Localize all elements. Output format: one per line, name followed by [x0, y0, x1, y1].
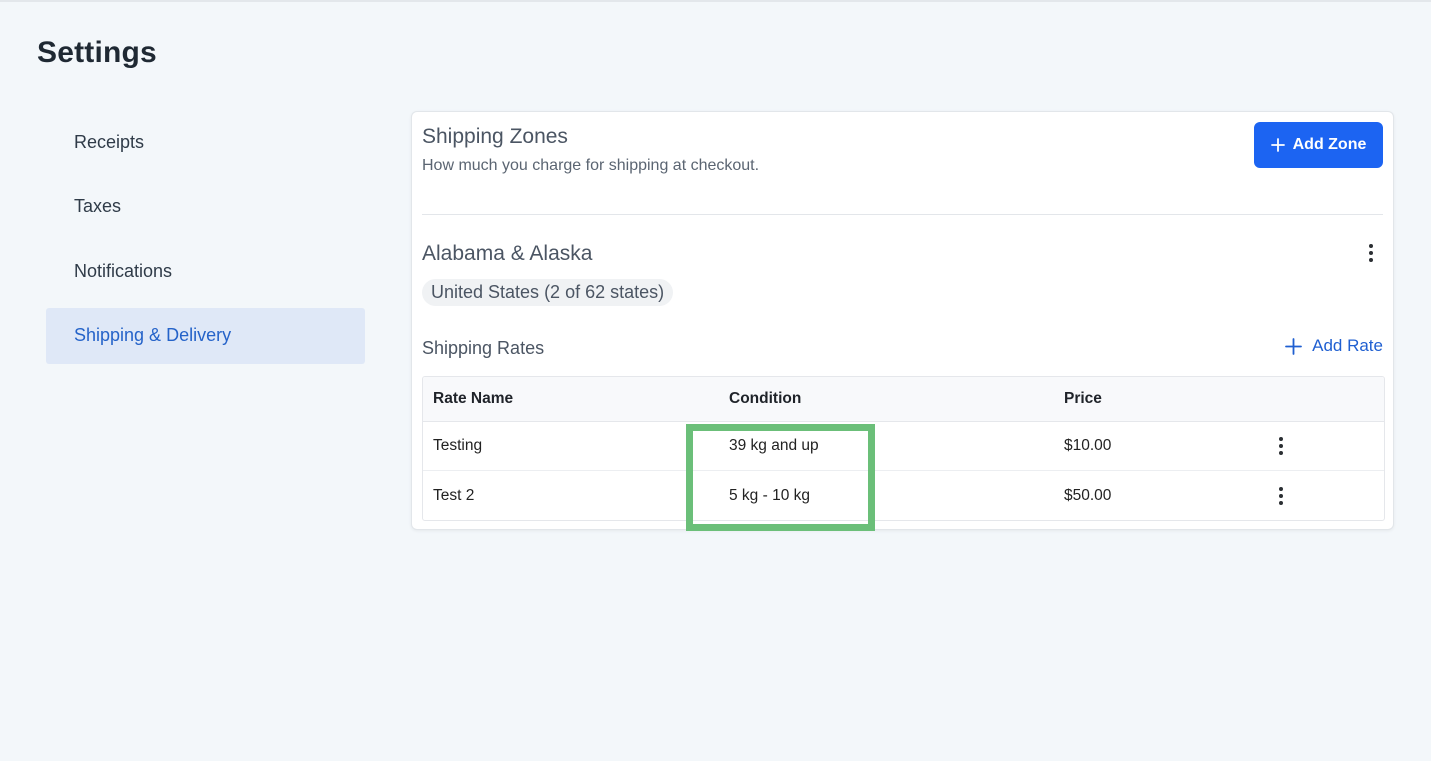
sidebar-item-label: Taxes	[74, 196, 122, 216]
shipping-rates-title: Shipping Rates	[422, 338, 545, 358]
column-header-rate-name: Rate Name	[433, 390, 514, 407]
card-subtitle: How much you charge for shipping at chec…	[422, 157, 760, 174]
column-header-condition: Condition	[729, 390, 802, 407]
rate-name-cell: Testing	[433, 437, 483, 454]
sidebar: Receipts Taxes Notifications Shipping & …	[46, 114, 365, 372]
zone-region-tag: United States (2 of 62 states)	[422, 279, 674, 306]
table-row: Test 2 5 kg - 10 kg $50.00	[423, 471, 1384, 520]
table-header: Rate Name Condition Price	[423, 377, 1384, 422]
zone-name: Alabama & Alaska	[422, 242, 593, 265]
more-vertical-icon	[1279, 437, 1283, 455]
zone-more-button[interactable]	[1363, 244, 1379, 266]
divider	[422, 214, 1383, 215]
row-more-button[interactable]	[1271, 471, 1291, 520]
plus-icon	[1270, 138, 1285, 152]
condition-cell: 5 kg - 10 kg	[729, 486, 810, 504]
table-row: Testing 39 kg and up $10.00	[423, 422, 1384, 471]
sidebar-item-label: Receipts	[74, 131, 145, 152]
shipping-rates-table: Rate Name Condition Price Testing 39 kg …	[422, 376, 1385, 521]
add-zone-button[interactable]: Add Zone	[1254, 122, 1383, 168]
rate-name-cell: Test 2	[433, 486, 475, 504]
more-vertical-icon	[1363, 244, 1379, 262]
price-cell: $10.00	[1064, 437, 1112, 454]
add-rate-label: Add Rate	[1312, 336, 1383, 355]
card-title: Shipping Zones	[422, 125, 568, 148]
price-cell: $50.00	[1064, 486, 1112, 504]
page-title: Settings	[37, 36, 157, 69]
sidebar-item-label: Shipping & Delivery	[74, 325, 232, 345]
shipping-zones-card: Shipping Zones How much you charge for s…	[411, 111, 1394, 530]
row-more-button[interactable]	[1271, 422, 1291, 470]
sidebar-item-shipping-delivery[interactable]: Shipping & Delivery	[46, 307, 365, 364]
add-zone-label: Add Zone	[1292, 136, 1367, 153]
sidebar-item-label: Notifications	[74, 260, 173, 281]
sidebar-item-notifications[interactable]: Notifications	[46, 243, 365, 299]
add-rate-button[interactable]: Add Rate	[1285, 336, 1383, 356]
column-header-price: Price	[1064, 390, 1102, 407]
sidebar-item-receipts[interactable]: Receipts	[46, 114, 365, 170]
condition-cell: 39 kg and up	[729, 437, 819, 454]
plus-icon	[1285, 337, 1303, 355]
sidebar-item-taxes[interactable]: Taxes	[46, 179, 365, 235]
more-vertical-icon	[1279, 486, 1283, 505]
